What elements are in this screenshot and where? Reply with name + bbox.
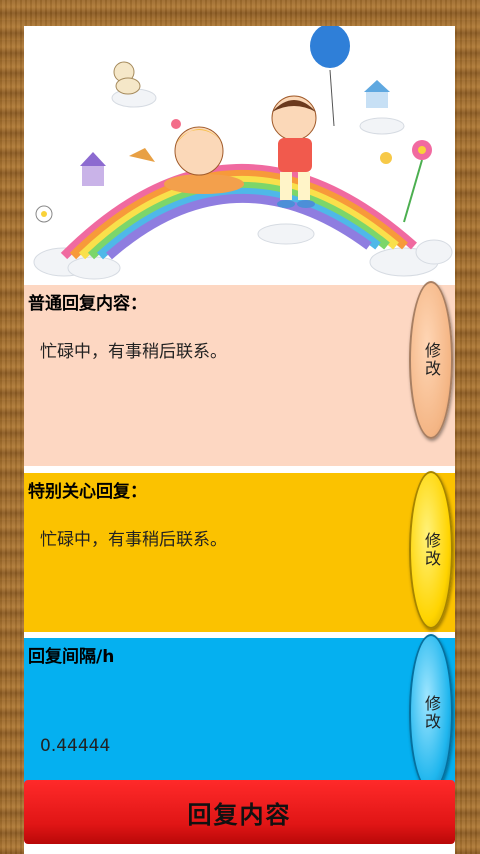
- reply-interval-edit-button[interactable]: 修改: [409, 634, 453, 792]
- banner-illustration: [24, 26, 455, 282]
- reply-interval-title: 回复间隔/h: [28, 647, 115, 667]
- app-panel: 普通回复内容： 忙碌中，有事稍后联系。 修改 特别关心回复： 忙碌中，有事稍后联…: [24, 26, 455, 854]
- special-reply-edit-button[interactable]: 修改: [409, 471, 453, 629]
- normal-reply-value: 忙碌中，有事稍后联系。: [40, 342, 227, 362]
- normal-reply-section: 普通回复内容： 忙碌中，有事稍后联系。 修改: [24, 281, 455, 466]
- normal-reply-title: 普通回复内容：: [28, 294, 147, 314]
- kids-rainbow-illustration: [33, 26, 453, 280]
- reply-interval-section: 回复间隔/h 0.44444 修改: [24, 634, 455, 797]
- special-reply-title: 特别关心回复：: [28, 482, 147, 502]
- reply-content-button[interactable]: 回复内容: [24, 780, 455, 844]
- special-reply-section: 特别关心回复： 忙碌中，有事稍后联系。 修改: [24, 471, 455, 632]
- normal-reply-edit-button[interactable]: 修改: [409, 281, 453, 439]
- reply-interval-value: 0.44444: [40, 736, 111, 756]
- special-reply-value: 忙碌中，有事稍后联系。: [40, 530, 227, 550]
